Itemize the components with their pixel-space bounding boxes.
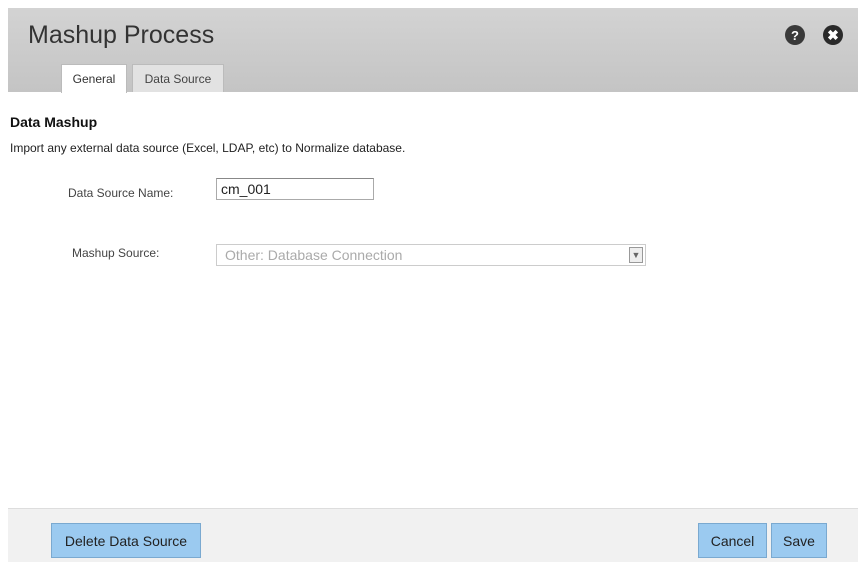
data-source-name-label: Data Source Name: xyxy=(68,186,174,200)
dialog-footer: Delete Data Source Cancel Save xyxy=(8,508,858,562)
chevron-down-icon[interactable]: ▼ xyxy=(629,247,643,263)
data-source-name-input[interactable] xyxy=(216,178,374,200)
dialog-title: Mashup Process xyxy=(28,21,215,49)
close-icon[interactable]: ✖ xyxy=(823,25,843,45)
help-icon[interactable]: ? xyxy=(785,25,805,45)
delete-data-source-button[interactable]: Delete Data Source xyxy=(51,523,201,558)
tab-data-source[interactable]: Data Source xyxy=(132,64,224,92)
dialog-header: Mashup Process ? ✖ General Data Source xyxy=(8,8,858,93)
tab-general[interactable]: General xyxy=(61,64,127,93)
mashup-source-label: Mashup Source: xyxy=(72,246,160,260)
mashup-source-value: Other: Database Connection xyxy=(225,247,403,263)
save-button[interactable]: Save xyxy=(771,523,827,558)
section-title: Data Mashup xyxy=(10,114,98,130)
mashup-process-dialog: Mashup Process ? ✖ General Data Source D… xyxy=(8,8,858,562)
cancel-button[interactable]: Cancel xyxy=(698,523,767,558)
section-description: Import any external data source (Excel, … xyxy=(10,141,406,155)
mashup-source-select[interactable]: Other: Database Connection ▼ xyxy=(216,244,646,266)
